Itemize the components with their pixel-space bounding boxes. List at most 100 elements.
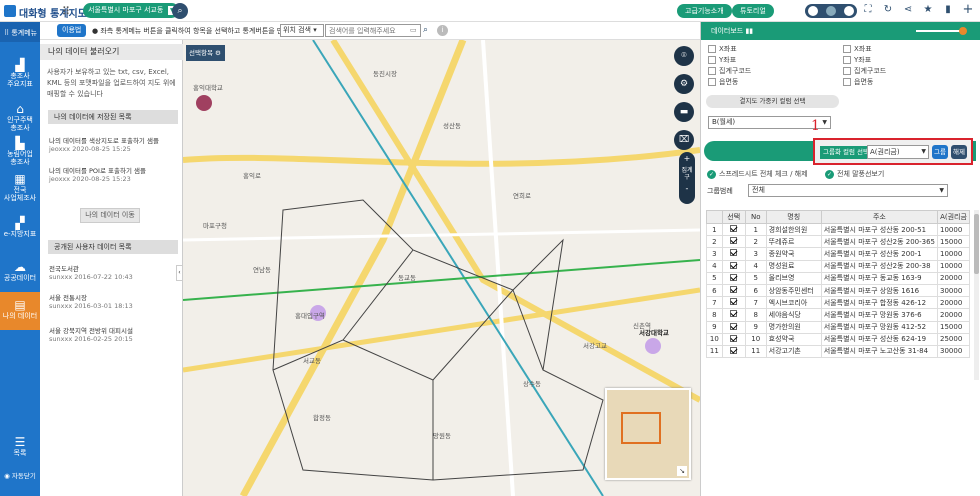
- row-checkbox[interactable]: [730, 334, 738, 342]
- slider-knob[interactable]: [959, 27, 967, 35]
- row-checkbox[interactable]: [730, 249, 738, 257]
- table-row[interactable]: 3 3 종원약국 서울특별시 마포구 성산동 200-1 10000: [706, 247, 970, 261]
- add-icon[interactable]: +: [962, 2, 974, 17]
- map-view[interactable]: 홍익대학교 홍대입구역 동교동 연남동 서교동 합정동 망원동 상수동 마포구청…: [183, 40, 700, 496]
- bookmark-star-icon[interactable]: ★: [922, 4, 934, 15]
- address-search-icon[interactable]: ⌕: [423, 25, 428, 35]
- usage-button[interactable]: 이용법: [57, 24, 87, 37]
- field-checkbox[interactable]: 읍면동: [843, 77, 873, 87]
- row-select-cell[interactable]: [721, 308, 746, 322]
- public-data-item[interactable]: 서울 강북지역 전방위 대피시설 sunxxx 2016-02-25 20:15: [49, 327, 179, 343]
- field-checkbox[interactable]: X좌표: [708, 44, 737, 54]
- rail-item-agriculture-census[interactable]: ▙ 농림어업 총조사: [0, 136, 40, 166]
- rail-item-public-data[interactable]: ☁ 공공데이터: [0, 260, 40, 282]
- map-mode-toggle[interactable]: [805, 4, 857, 18]
- rail-item-census-indicators[interactable]: ▟ 총조사 주요지표: [0, 58, 40, 88]
- row-checkbox[interactable]: [730, 322, 738, 330]
- rail-item-my-data[interactable]: ▤ 나의 데이터: [0, 292, 40, 330]
- row-select-cell[interactable]: [721, 332, 746, 346]
- advanced-features-button[interactable]: 고급기능소개: [677, 4, 732, 18]
- table-row[interactable]: 2 2 뚜레쥬르 서울특별시 마포구 성산2동 200-365 15000: [706, 235, 970, 249]
- tutorial-button[interactable]: 튜토리얼: [732, 4, 774, 18]
- zoom-in-icon[interactable]: +: [679, 154, 695, 164]
- rail-item-local-indicators[interactable]: ▞ e-지방지표: [0, 216, 40, 238]
- public-data-item[interactable]: 서울 전통시장 sunxxx 2016-03-01 18:13: [49, 294, 179, 310]
- opacity-slider[interactable]: [916, 27, 967, 35]
- field-checkbox[interactable]: 집계구코드: [708, 66, 751, 76]
- row-select-cell[interactable]: [721, 259, 746, 273]
- row-checkbox[interactable]: [730, 286, 738, 294]
- minimap-viewport[interactable]: [621, 412, 661, 444]
- data-marker[interactable]: [196, 95, 212, 111]
- table-row[interactable]: 8 8 세야음식당 서울특별시 마포구 망원동 376-6 20000: [706, 308, 970, 322]
- row-select-cell[interactable]: [721, 296, 746, 310]
- keyboard-icon[interactable]: ▭: [410, 26, 417, 34]
- fullscreen-icon[interactable]: ⛶: [862, 4, 874, 15]
- row-select-cell[interactable]: [721, 222, 746, 237]
- zoom-out-icon[interactable]: -: [679, 184, 695, 194]
- row-checkbox[interactable]: [730, 237, 738, 245]
- rail-item-list[interactable]: ☰ 목록: [0, 435, 40, 457]
- field-checkbox[interactable]: Y좌표: [708, 55, 736, 65]
- row-select-cell[interactable]: [721, 247, 746, 261]
- row-select-cell[interactable]: [721, 344, 746, 359]
- map-settings-icon[interactable]: ⚙: [674, 74, 694, 94]
- table-row[interactable]: 6 6 상암동주민센터 서울특별시 마포구 상암동 1616 30000: [706, 283, 970, 298]
- field-checkbox[interactable]: X좌표: [843, 44, 872, 54]
- saved-data-item[interactable]: 나의 데이터를 POI로 표출하기 샘플 jeoxxx 2020-08-25 1…: [49, 167, 179, 183]
- row-select-cell[interactable]: [721, 235, 746, 249]
- refresh-icon[interactable]: ↻: [882, 4, 894, 15]
- table-row[interactable]: 10 10 효성약국 서울특별시 마포구 성산동 624-19 25000: [706, 332, 970, 346]
- lock-icon[interactable]: ⌧: [674, 130, 694, 150]
- group-legend-select[interactable]: 전체 ▼: [748, 184, 948, 197]
- row-checkbox[interactable]: [730, 346, 738, 354]
- expand-icon[interactable]: ↘: [677, 466, 687, 476]
- data-marker[interactable]: [645, 338, 661, 354]
- table-row[interactable]: 5 5 올리브영 서울특별시 마포구 동교동 163-9 20000: [706, 271, 970, 285]
- row-checkbox[interactable]: [730, 298, 738, 306]
- row-select-cell[interactable]: [721, 320, 746, 334]
- group-button[interactable]: 그룹: [932, 145, 948, 159]
- zoom-control[interactable]: + 집계구 -: [679, 152, 695, 204]
- toggle-option-icon[interactable]: [808, 6, 818, 16]
- table-row[interactable]: 4 4 명성원료 서울특별시 마포구 성산2동 200-38 10000: [706, 259, 970, 273]
- table-row[interactable]: 9 9 명가한의원 서울특별시 마포구 망원동 412-52 15000: [706, 320, 970, 334]
- key-column-button[interactable]: 결지도 가중키 컬럼 선택: [706, 95, 839, 108]
- row-checkbox[interactable]: [730, 261, 738, 269]
- public-data-item[interactable]: 전국도서관 sunxxx 2016-07-22 10:43: [49, 265, 179, 281]
- table-row[interactable]: 7 7 엑시브코리아 서울특별시 마포구 합정동 426-12 20000: [706, 296, 970, 310]
- search-icon[interactable]: ⌕: [172, 3, 188, 19]
- table-row[interactable]: 11 11 서강고기촌 서울특별시 마포구 노고산동 31-84 30000: [706, 344, 970, 359]
- group-column-select[interactable]: A(권리금) ▼: [867, 145, 929, 159]
- row-select-cell[interactable]: [721, 283, 746, 298]
- collapse-panel-icon[interactable]: ‹: [176, 265, 183, 281]
- toggle-option-icon[interactable]: [844, 6, 854, 16]
- address-search-input[interactable]: [325, 24, 421, 37]
- apps-grid-icon[interactable]: ⠿: [62, 5, 70, 18]
- field-checkbox[interactable]: Y좌표: [843, 55, 871, 65]
- my-data-move-button[interactable]: 나의 데이터 이동: [80, 208, 140, 223]
- info-icon[interactable]: i: [437, 25, 448, 36]
- bookmark-icon[interactable]: ▮: [942, 4, 954, 15]
- rail-item-business-survey[interactable]: ▦ 전국 사업체조사: [0, 172, 40, 202]
- position-search-select[interactable]: 위치 검색 ▾: [280, 24, 324, 37]
- ruler-icon[interactable]: ▬: [674, 102, 694, 122]
- field-checkbox[interactable]: 읍면동: [708, 77, 738, 87]
- show-all-balloons-toggle[interactable]: ✓ 전체 말풍선보기: [825, 169, 884, 179]
- table-row[interactable]: 1 1 경희설한의원 서울특별시 마포구 성산동 200-51 10000: [706, 222, 970, 237]
- row-checkbox[interactable]: [730, 273, 738, 281]
- row-checkbox[interactable]: [730, 310, 738, 318]
- overview-minimap[interactable]: ↘: [605, 388, 691, 480]
- location-pin-icon[interactable]: ⌾: [674, 46, 694, 66]
- region-select[interactable]: 서울특별시 마포구 서교동 ▼: [83, 3, 180, 18]
- toggle-option-icon[interactable]: [826, 6, 836, 16]
- scrollbar-thumb[interactable]: [974, 214, 979, 274]
- auto-close-toggle[interactable]: ◉ 자동닫기: [0, 472, 40, 480]
- release-button[interactable]: 해제: [951, 145, 967, 159]
- row-select-cell[interactable]: [721, 271, 746, 285]
- rail-item-population-census[interactable]: ⌂ 인구주택 총조사: [0, 102, 40, 132]
- saved-data-item[interactable]: 나의 데이터를 색상지도로 표출하기 샘플 jeoxxx 2020-08-25 …: [49, 137, 179, 153]
- field-checkbox[interactable]: 집계구코드: [843, 66, 886, 76]
- share-icon[interactable]: ⋖: [902, 4, 914, 15]
- check-all-toggle[interactable]: ✓ 스프레드시트 전체 체크 / 해제: [707, 169, 808, 179]
